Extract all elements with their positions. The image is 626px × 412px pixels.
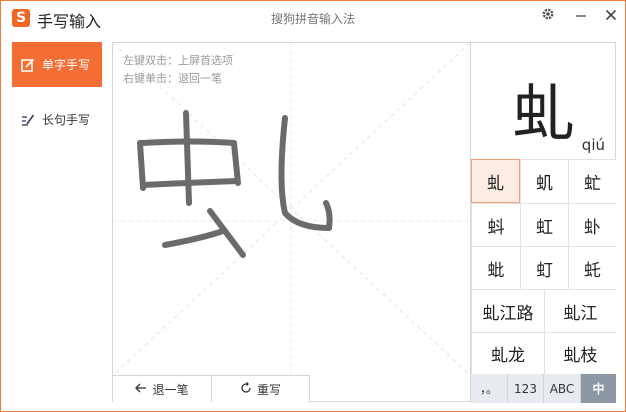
candidate-cell[interactable]: 虲 <box>568 203 616 246</box>
hint-right-click: 右键单击：退回一笔 <box>123 72 222 85</box>
candidate-cell[interactable]: 虻 <box>568 159 616 203</box>
rewrite-label: 重写 <box>256 382 281 397</box>
sidebar-item-label: 长句手写 <box>42 113 91 127</box>
candidate-cell[interactable]: 蚪 <box>471 203 520 246</box>
phrase-candidate-cell[interactable]: 虬江路 <box>471 289 544 332</box>
phrase-candidate-cell[interactable]: 虬龙 <box>471 332 544 374</box>
minimize-icon[interactable] <box>571 7 591 27</box>
handwriting-canvas[interactable]: 左键双击：上屏首选项 右键单击：退回一笔 退一笔 重写 <box>112 42 471 402</box>
candidate-cell[interactable]: 蚍 <box>471 246 520 289</box>
phrase-candidate-cell[interactable]: 虬江 <box>544 289 616 332</box>
undo-label: 退一笔 <box>152 382 189 397</box>
handwriting-window: S 手写输入 搜狗拼音输入法 单字手写 长句手写 左键双击：上屏首选项 右键单击… <box>0 0 626 412</box>
alpha-mode-button[interactable]: ABC <box>543 374 580 403</box>
candidate-cell[interactable]: 虮 <box>520 159 568 203</box>
undo-stroke-button[interactable]: 退一笔 <box>113 375 212 402</box>
sidebar-item-label: 单字手写 <box>42 58 91 72</box>
pen-box-icon <box>20 57 36 73</box>
phrase-candidate-cell[interactable]: 虬枝 <box>544 332 616 374</box>
result-panel: 虬 qiú 虬 虮 虻 蚪 虹 虲 蚍 虰 虴 虬江路 虬江 虬龙 虬枝 ，。 … <box>471 42 616 403</box>
candidate-cell[interactable]: 虬 <box>471 159 520 203</box>
pinyin-label: qiú <box>581 136 605 154</box>
close-icon[interactable] <box>601 7 621 27</box>
canvas-guides <box>113 43 470 375</box>
candidate-cell[interactable]: 虴 <box>568 246 616 289</box>
candidate-cell[interactable]: 虹 <box>520 203 568 246</box>
pen-lines-icon <box>20 112 36 128</box>
sidebar-item-sentence[interactable]: 长句手写 <box>12 97 102 142</box>
gear-icon[interactable] <box>538 7 558 27</box>
chinese-mode-button[interactable]: 中 <box>580 374 616 403</box>
candidate-cell[interactable]: 虰 <box>520 246 568 289</box>
refresh-icon <box>240 381 252 397</box>
sidebar-item-single-char[interactable]: 单字手写 <box>12 42 102 87</box>
window-caption: 搜狗拼音输入法 <box>270 12 355 26</box>
punctuation-mode-button[interactable]: ，。 <box>471 374 507 403</box>
mode-sidebar: 单字手写 长句手写 <box>1 33 111 411</box>
rewrite-button[interactable]: 重写 <box>212 375 310 402</box>
title-bar: S 手写输入 搜狗拼音输入法 <box>1 1 625 33</box>
ink-strokes <box>137 110 333 258</box>
arrow-left-icon <box>135 382 147 396</box>
number-mode-button[interactable]: 123 <box>507 374 543 403</box>
hint-left-click: 左键双击：上屏首选项 <box>123 54 233 67</box>
